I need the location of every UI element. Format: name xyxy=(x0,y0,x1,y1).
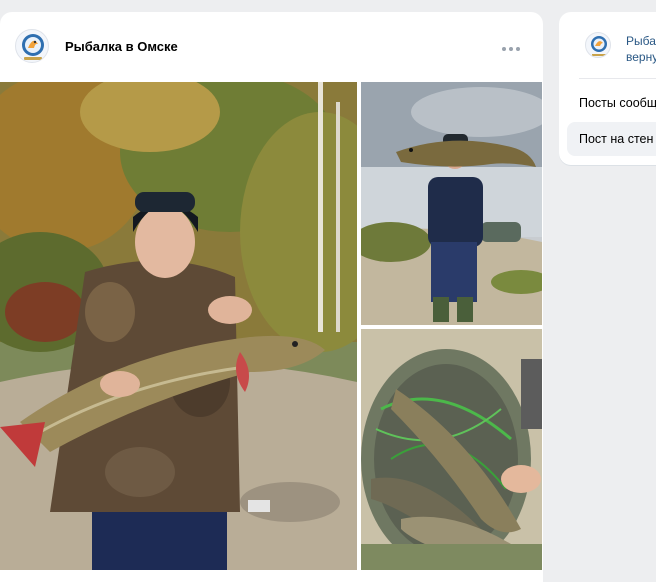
sidebar-item-community-posts[interactable]: Посты сообщ xyxy=(567,86,656,120)
sidebar-item-wall-post[interactable]: Пост на стен xyxy=(567,122,656,156)
photo-man-pike-lake[interactable] xyxy=(361,82,542,325)
side-card: Рыба верну Посты сообщ Пост на стен xyxy=(559,12,656,165)
side-title-line1: Рыба xyxy=(626,34,656,48)
side-divider xyxy=(579,78,656,79)
more-dots-icon[interactable] xyxy=(500,38,522,60)
photo-pikes-in-basin[interactable] xyxy=(361,329,542,570)
side-title-line2: верну xyxy=(626,50,656,64)
post-card: Рыбалка в Омске xyxy=(0,12,543,582)
photo-man-holding-pike[interactable] xyxy=(0,82,357,570)
group-avatar[interactable] xyxy=(15,29,49,63)
group-name[interactable]: Рыбалка в Омске xyxy=(65,39,178,54)
side-title[interactable]: Рыба верну xyxy=(626,33,656,65)
post-header: Рыбалка в Омске xyxy=(0,12,543,82)
fish-logo-icon xyxy=(22,34,44,60)
fish-logo-icon xyxy=(591,36,607,56)
side-group-avatar[interactable] xyxy=(585,32,611,58)
